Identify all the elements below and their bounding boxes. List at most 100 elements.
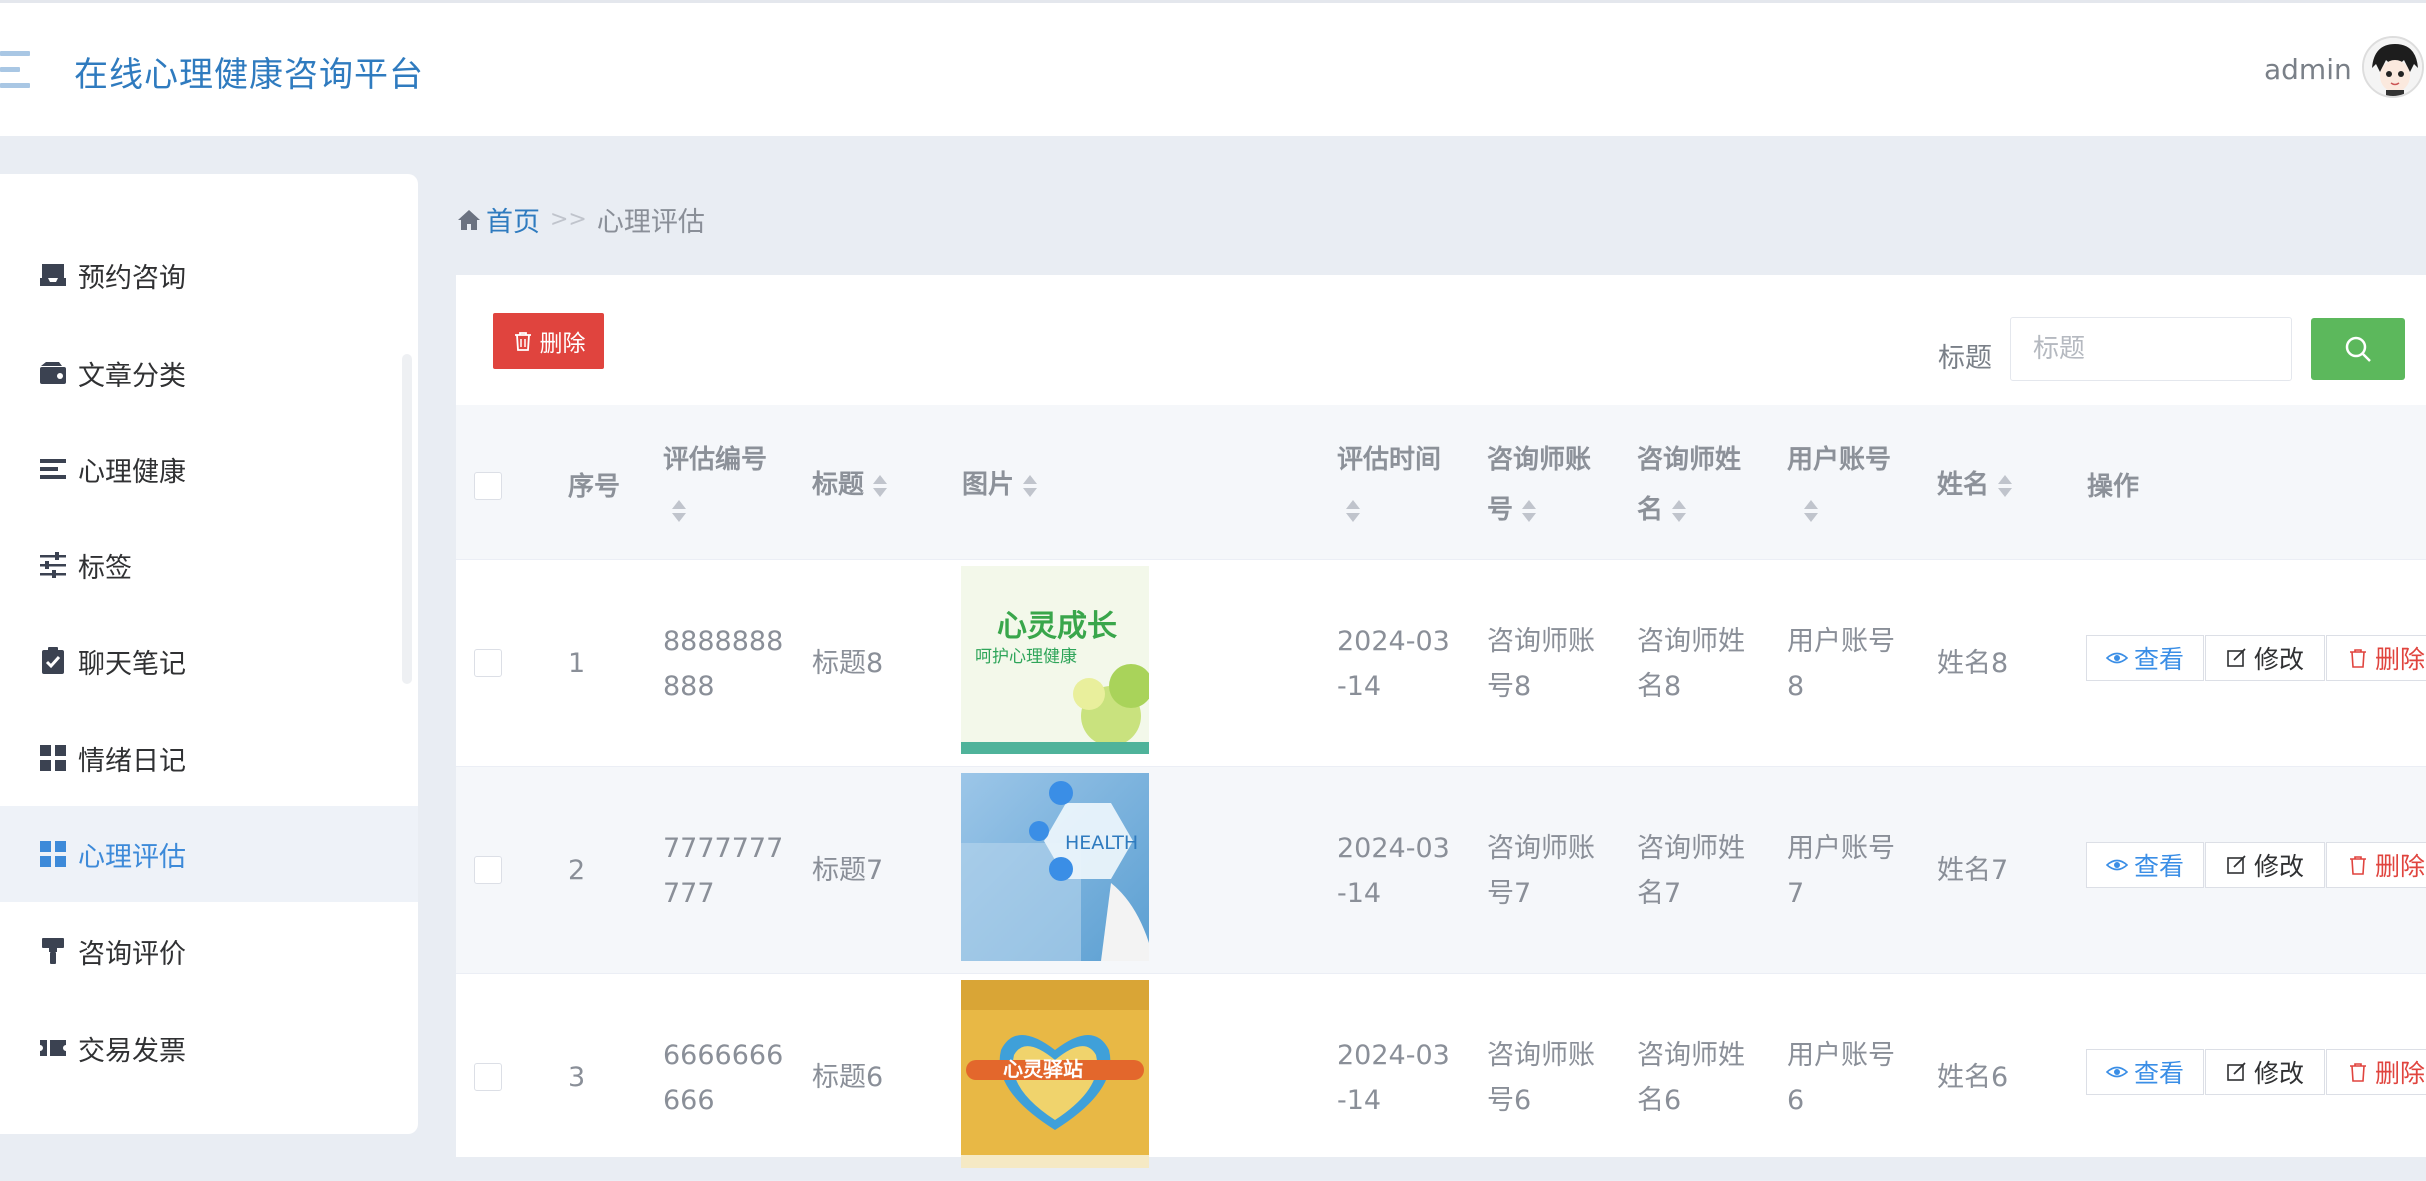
image-caption: HEALTH [1065, 832, 1138, 854]
menu-toggle-icon[interactable] [0, 51, 34, 89]
batch-delete-label: 删除 [539, 331, 586, 357]
row-image[interactable]: 心灵成长 呵护心理健康 [961, 566, 1149, 754]
sidebar-item-consult-review[interactable]: 咨询评价 [0, 903, 418, 999]
sort-icon[interactable] [1521, 498, 1537, 524]
column-header-user-account[interactable]: 用户账号 [1787, 435, 1891, 535]
breadcrumb: 首页 >> 心理评估 [456, 200, 705, 239]
cell-counselor-account: 咨询师账 号7 [1487, 833, 1595, 909]
top-header: 在线心理健康咨询平台 admin [0, 0, 2426, 136]
trash-icon [2349, 856, 2366, 875]
cell-name: 姓名6 [1937, 1062, 2009, 1093]
sidebar-item-tags[interactable]: 标签 [0, 517, 418, 613]
row-image[interactable]: 心灵驿站 [961, 980, 1149, 1168]
row-checkbox[interactable] [474, 1063, 502, 1091]
sidebar-item-mood-diary[interactable]: 情绪日记 [0, 710, 418, 806]
sort-icon[interactable] [1671, 498, 1687, 524]
cell-index: 3 [568, 1062, 586, 1093]
cell-title: 标题8 [812, 648, 884, 679]
sort-icon[interactable] [671, 498, 687, 524]
clipboard-check-icon [38, 646, 68, 676]
cell-counselor-account: 咨询师账 号6 [1487, 1040, 1595, 1116]
sort-icon[interactable] [1022, 473, 1038, 499]
home-icon [458, 209, 480, 230]
cell-index: 2 [568, 855, 586, 886]
sort-icon[interactable] [1997, 473, 2013, 499]
sliders-icon [38, 550, 68, 580]
cell-user-account: 用户账号 8 [1787, 626, 1895, 702]
inbox-icon [38, 260, 68, 290]
breadcrumb-current: 心理评估 [596, 207, 705, 238]
column-header-actions: 操作 [2087, 472, 2140, 502]
edit-button[interactable]: 修改 [2205, 842, 2325, 888]
search-button[interactable] [2311, 318, 2405, 380]
sort-icon[interactable] [1803, 498, 1819, 524]
column-header-assess-time[interactable]: 评估时间 [1337, 435, 1441, 535]
sidebar-item-article-category[interactable]: 文章分类 [0, 325, 418, 421]
cell-code: 7777777 777 [663, 833, 784, 909]
table-header: 序号 评估编号 标题 图片 评估时间 咨询师账号 咨询师姓名 用户账号 姓名 操… [456, 405, 2426, 560]
breadcrumb-home[interactable]: 首页 [486, 200, 540, 239]
breadcrumb-separator: >> [550, 207, 587, 232]
sort-icon[interactable] [1345, 498, 1361, 524]
delete-button[interactable]: 删除 [2326, 842, 2426, 888]
image-caption: 心灵驿站 [1003, 1057, 1083, 1081]
column-header-counselor-account[interactable]: 咨询师账号 [1487, 435, 1591, 535]
table-row: 2 7777777 777 标题7 HEALTH 2024-03 -14 咨询师账号… [456, 767, 2426, 974]
eye-icon [2105, 1066, 2128, 1078]
eye-icon [2105, 652, 2128, 664]
cell-counselor-name: 咨询师姓 名6 [1637, 1040, 1745, 1116]
trash-icon [2349, 1063, 2366, 1082]
row-checkbox[interactable] [474, 649, 502, 677]
search-icon [2345, 336, 2371, 362]
wallet-icon [38, 358, 68, 388]
sidebar-item-psych-assessment[interactable]: 心理评估 [0, 806, 418, 902]
sidebar-item-appointment[interactable]: 预约咨询 [0, 227, 418, 323]
user-name[interactable]: admin [2264, 53, 2352, 86]
sort-icon[interactable] [872, 473, 888, 499]
cell-code: 6666666 666 [663, 1040, 784, 1116]
cell-counselor-name: 咨询师姓 名8 [1637, 626, 1745, 702]
sidebar-item-invoice[interactable]: 交易发票 [0, 1000, 418, 1096]
row-checkbox[interactable] [474, 856, 502, 884]
sidebar-item-label: 聊天笔记 [78, 648, 186, 680]
edit-icon [2227, 855, 2246, 874]
sidebar-item-label: 情绪日记 [78, 745, 186, 777]
delete-button[interactable]: 删除 [2326, 635, 2426, 681]
sidebar-item-mental-health[interactable]: 心理健康 [0, 421, 418, 517]
sidebar-item-label: 咨询评价 [78, 938, 186, 970]
column-header-title[interactable]: 标题 [812, 460, 888, 510]
view-button[interactable]: 查看 [2086, 1049, 2204, 1095]
sidebar-item-label: 心理评估 [78, 841, 186, 873]
cell-user-account: 用户账号 6 [1787, 1040, 1895, 1116]
cell-name: 姓名7 [1937, 855, 2009, 886]
cell-counselor-name: 咨询师姓 名7 [1637, 833, 1745, 909]
edit-button[interactable]: 修改 [2205, 1049, 2325, 1095]
trash-icon [514, 332, 531, 351]
edit-button[interactable]: 修改 [2205, 635, 2325, 681]
cell-time: 2024-03 -14 [1337, 833, 1450, 909]
column-header-name[interactable]: 姓名 [1937, 460, 2013, 510]
app-title: 在线心理健康咨询平台 [74, 55, 424, 95]
sidebar-item-label: 交易发票 [78, 1035, 186, 1067]
title-search-input[interactable] [2010, 317, 2292, 381]
column-header-code[interactable]: 评估编号 [663, 435, 767, 535]
sidebar-item-chat-notes[interactable]: 聊天笔记 [0, 613, 418, 709]
row-image[interactable]: HEALTH [961, 773, 1149, 961]
edit-icon [2227, 648, 2246, 667]
cell-index: 1 [568, 648, 586, 679]
select-all-checkbox[interactable] [474, 472, 502, 500]
sidebar-item-label: 文章分类 [78, 360, 186, 392]
view-button[interactable]: 查看 [2086, 842, 2204, 888]
grid-icon [38, 743, 68, 773]
cell-name: 姓名8 [1937, 648, 2009, 679]
sidebar-item-label: 预约咨询 [78, 262, 186, 294]
cell-time: 2024-03 -14 [1337, 626, 1450, 702]
batch-delete-button[interactable]: 删除 [493, 313, 604, 369]
column-header-counselor-name[interactable]: 咨询师姓名 [1637, 435, 1741, 535]
view-button[interactable]: 查看 [2086, 635, 2204, 681]
cell-code: 8888888 888 [663, 626, 784, 702]
paint-roller-icon [38, 936, 68, 966]
delete-button[interactable]: 删除 [2326, 1049, 2426, 1095]
column-header-image[interactable]: 图片 [962, 460, 1038, 510]
avatar[interactable] [2362, 36, 2424, 98]
